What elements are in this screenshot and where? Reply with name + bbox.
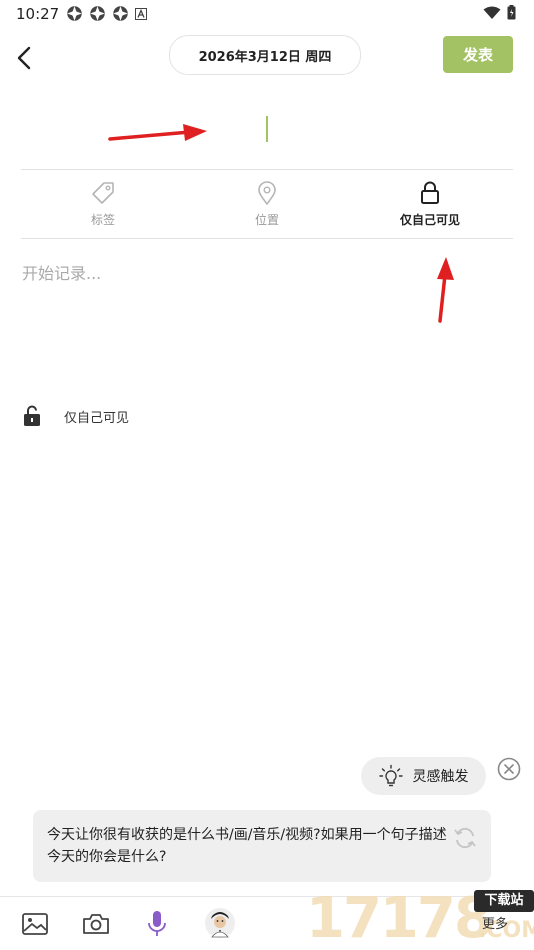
avatar-sticker-icon[interactable]	[204, 907, 236, 939]
tag-icon	[92, 182, 114, 204]
text-cursor	[266, 116, 268, 142]
status-time: 10:27	[16, 5, 60, 23]
location-label: 位置	[254, 213, 279, 227]
annotation-arrow-icon	[437, 257, 454, 323]
divider-top	[21, 169, 513, 170]
microphone-icon[interactable]	[142, 909, 172, 939]
prompt-card[interactable]: 今天让你很有收获的是什么书/画/音乐/视频?如果用一个句子描述今天的你会是什么?	[33, 810, 491, 882]
close-icon[interactable]	[497, 757, 521, 781]
date-label: 2026年3月12日 周四	[198, 49, 332, 65]
content-input[interactable]: 开始记录...	[22, 260, 101, 284]
status-left-icons	[66, 5, 147, 22]
visibility-label: 仅自己可见	[399, 213, 460, 227]
status-right-icons	[483, 5, 516, 20]
publish-button[interactable]: 发表	[443, 36, 513, 73]
inspiration-label: 灵感触发	[412, 769, 469, 785]
battery-icon	[507, 5, 516, 20]
divider-bottom	[21, 238, 513, 239]
unlock-icon	[24, 405, 40, 426]
publish-label: 发表	[462, 46, 493, 64]
lock-icon	[421, 181, 439, 204]
privacy-label[interactable]: 仅自己可见	[64, 407, 129, 426]
back-button[interactable]	[10, 40, 42, 76]
lightbulb-icon	[378, 764, 403, 787]
wifi-icon	[483, 6, 501, 19]
watermark-number: 17178	[306, 886, 493, 950]
more-button[interactable]: 更多	[482, 913, 508, 932]
a-badge-icon	[135, 7, 147, 20]
camera-icon[interactable]	[81, 909, 111, 939]
inspiration-button[interactable]: 灵感触发	[361, 757, 486, 795]
prompt-text: 今天让你很有收获的是什么书/画/音乐/视频?如果用一个句子描述今天的你会是什么?	[47, 827, 447, 865]
date-selector[interactable]: 2026年3月12日 周四	[169, 35, 361, 75]
watermark-badge: 下载站	[474, 890, 534, 912]
image-icon[interactable]	[20, 909, 50, 939]
title-input[interactable]	[21, 98, 513, 168]
status-bar: 10:27	[0, 0, 534, 28]
location-option[interactable]: 位置	[207, 180, 327, 232]
sync-icon	[67, 6, 82, 21]
sync-icon	[90, 6, 105, 21]
tag-label: 标签	[90, 213, 115, 227]
location-icon	[258, 181, 276, 205]
tag-option[interactable]: 标签	[43, 180, 163, 232]
sync-icon	[113, 6, 128, 21]
refresh-icon[interactable]	[452, 825, 478, 851]
screen: 10:27 2026年3月12日 周四 发表 标签 位置 仅自己可见 开始记录.…	[0, 0, 534, 950]
annotation-arrow-icon	[108, 124, 207, 141]
visibility-option[interactable]: 仅自己可见	[370, 180, 490, 232]
